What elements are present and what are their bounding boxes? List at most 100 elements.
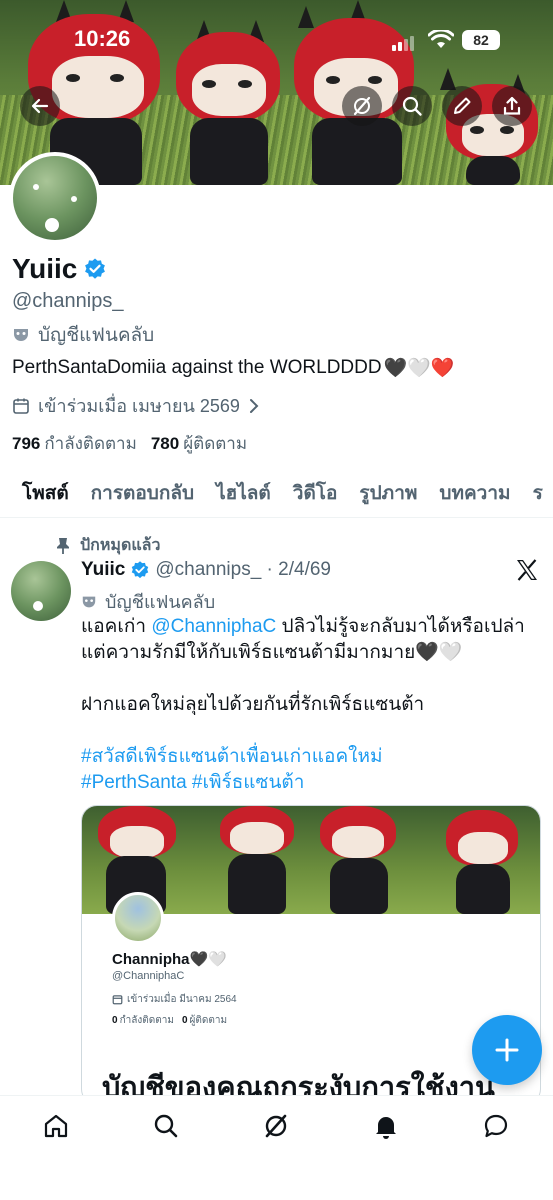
mention-link[interactable]: @ChanniphaC bbox=[151, 616, 276, 637]
media-joined-text: เข้าร่วมเมื่อ มีนาคม 2564 bbox=[127, 994, 237, 1005]
avatar-flower-small bbox=[33, 184, 39, 190]
tab-photos-label: รูปภาพ bbox=[359, 483, 418, 504]
joined-date: เข้าร่วมเมื่อ เมษายน 2569 bbox=[12, 391, 260, 420]
following-link[interactable]: 796 กำลังติดตาม bbox=[12, 430, 137, 457]
grok-icon bbox=[265, 1114, 287, 1138]
tab-more-label: ร bbox=[532, 483, 543, 504]
search-button[interactable] bbox=[392, 86, 432, 126]
post-account-label-row: บัญชีแฟนคลับ bbox=[81, 587, 215, 616]
tab-more[interactable]: ร bbox=[533, 468, 543, 517]
profile-avatar[interactable] bbox=[9, 152, 101, 244]
media-name: Channipha🖤🤍 bbox=[112, 951, 227, 968]
account-label-row: บัญชีแฟนคลับ bbox=[12, 320, 154, 350]
verified-badge-icon[interactable] bbox=[83, 257, 107, 281]
bio-text: PerthSantaDomiia against the WORLDDDD bbox=[12, 357, 382, 378]
tab-videos-label: วิดีโอ bbox=[292, 483, 338, 504]
tab-photos[interactable]: รูปภาพ bbox=[359, 468, 417, 517]
nav-home[interactable] bbox=[40, 1110, 72, 1142]
share-icon bbox=[503, 96, 521, 115]
nav-messages[interactable] bbox=[480, 1110, 512, 1142]
calendar-icon bbox=[13, 398, 29, 414]
plus-icon bbox=[495, 1038, 519, 1062]
post-line-1-suffix: ปลิวไม่รู้จะกลับมาได้หรือเปล่า bbox=[276, 616, 525, 637]
tab-highlights-label: ไฮไลต์ bbox=[216, 483, 271, 504]
banner-plush-4 bbox=[428, 60, 553, 185]
post-line-1-prefix: แอคเก่า bbox=[81, 616, 152, 637]
chevron-right-icon[interactable] bbox=[248, 398, 260, 414]
tab-posts-label: โพสต์ bbox=[22, 483, 69, 504]
joined-text: เข้าร่วมเมื่อ เมษายน 2569 bbox=[38, 396, 240, 416]
post-avatar[interactable] bbox=[11, 561, 71, 621]
following-count: 796 bbox=[12, 434, 41, 453]
media-joined: เข้าร่วมเมื่อ มีนาคม 2564 bbox=[112, 992, 237, 1007]
nav-notifications[interactable] bbox=[370, 1110, 402, 1142]
status-time: 10:26 bbox=[74, 26, 131, 51]
grok-button[interactable] bbox=[342, 86, 382, 126]
compose-button[interactable] bbox=[472, 1015, 542, 1085]
post-avatar-flower bbox=[33, 601, 43, 611]
tab-replies[interactable]: การตอบกลับ bbox=[91, 468, 194, 517]
status-bar: 10:26 82 bbox=[0, 24, 553, 58]
mask-icon bbox=[14, 329, 28, 341]
media-follow-stats: 0 กำลังติดตาม 0 ผู้ติดตาม bbox=[112, 1013, 227, 1028]
post-header: Yuiic @channips_ · 2/4/69 bbox=[81, 559, 331, 581]
media-plush-3 bbox=[314, 806, 404, 914]
verified-badge-icon bbox=[132, 561, 149, 579]
tab-videos[interactable]: วิดีโอ bbox=[293, 468, 338, 517]
pencil-icon bbox=[454, 97, 471, 114]
media-plush-2 bbox=[212, 806, 302, 914]
search-icon bbox=[402, 96, 422, 116]
media-followers-label: ผู้ติดตาม bbox=[189, 1015, 228, 1026]
notifications-icon bbox=[376, 1117, 396, 1139]
follow-stats: 796 กำลังติดตาม 780 ผู้ติดตาม bbox=[12, 430, 247, 457]
profile-handle: @channips_ bbox=[12, 290, 124, 312]
post-media-image[interactable]: Channipha🖤🤍 @ChanniphaC เข้าร่วมเมื่อ มี… bbox=[81, 805, 541, 1105]
nav-search[interactable] bbox=[150, 1110, 182, 1142]
media-following-label: กำลังติดตาม bbox=[119, 1015, 174, 1026]
back-button[interactable] bbox=[20, 86, 60, 126]
arrow-left-icon bbox=[31, 98, 49, 114]
x-logo-icon[interactable] bbox=[515, 558, 539, 589]
bio-emoji: 🖤🤍❤️ bbox=[383, 358, 455, 379]
media-avatar bbox=[112, 892, 164, 944]
post-line-3: ฝากแอคใหม่ลุยไปด้วยกันที่รักเพิร์ธแซนต้า bbox=[81, 694, 425, 715]
post-line-2: แต่ความรักมีให้กับเพิร์ธแซนต้ามีมากมาย🖤🤍 bbox=[81, 642, 463, 663]
following-label: กำลังติดตาม bbox=[44, 434, 137, 453]
post-line-1: แอคเก่า @ChanniphaC ปลิวไม่รู้จะกลับมาได… bbox=[81, 614, 541, 640]
profile-banner[interactable]: 10:26 82 bbox=[0, 0, 553, 185]
hashtag-link-2[interactable]: #PerthSanta #เพิร์ธแซนต้า bbox=[81, 770, 541, 796]
battery-indicator: 82 bbox=[462, 30, 500, 50]
profile-bio: PerthSantaDomiia against the WORLDDDD 🖤🤍… bbox=[12, 356, 455, 380]
profile-tabs: โพสต์ การตอบกลับ ไฮไลต์ วิดีโอ รูปภาพ บท… bbox=[0, 468, 553, 518]
tab-posts[interactable]: โพสต์ bbox=[22, 468, 69, 517]
home-icon bbox=[44, 1114, 68, 1138]
media-following-count: 0 bbox=[112, 1015, 118, 1026]
post-author-name[interactable]: Yuiic bbox=[81, 559, 125, 581]
bottom-navigation bbox=[0, 1095, 553, 1200]
avatar-flower-small bbox=[71, 196, 77, 202]
tab-highlights[interactable]: ไฮไลต์ bbox=[216, 468, 271, 517]
post-handle-date: @channips_ · 2/4/69 bbox=[155, 559, 331, 580]
followers-link[interactable]: 780 ผู้ติดตาม bbox=[151, 430, 247, 457]
hashtag-link-1[interactable]: #สวัสดีเพิร์ธแซนต้าเพื่อนเก่าแอคใหม่ bbox=[81, 744, 541, 770]
media-followers-count: 0 bbox=[181, 1015, 188, 1026]
tab-articles-label: บทความ bbox=[439, 483, 511, 504]
edit-button[interactable] bbox=[442, 86, 482, 126]
tab-articles[interactable]: บทความ bbox=[439, 468, 510, 517]
post-account-label: บัญชีแฟนคลับ bbox=[105, 592, 216, 612]
pinned-indicator: ปักหมุดแล้ว bbox=[56, 533, 160, 558]
nav-grok[interactable] bbox=[260, 1110, 292, 1142]
calendar-icon bbox=[112, 995, 123, 1005]
media-handle: @ChanniphaC bbox=[112, 970, 185, 982]
media-followers: 0 ผู้ติดตาม bbox=[182, 1013, 227, 1028]
messages-icon bbox=[484, 1114, 508, 1138]
followers-label: ผู้ติดตาม bbox=[183, 434, 248, 453]
share-button[interactable] bbox=[492, 86, 532, 126]
signal-icon bbox=[392, 36, 414, 51]
media-plush-4 bbox=[438, 806, 528, 914]
tab-replies-label: การตอบกลับ bbox=[90, 483, 195, 504]
followers-count: 780 bbox=[150, 434, 180, 453]
media-following: 0 กำลังติดตาม bbox=[112, 1013, 174, 1028]
pin-icon bbox=[57, 537, 69, 554]
mask-icon bbox=[82, 596, 96, 607]
